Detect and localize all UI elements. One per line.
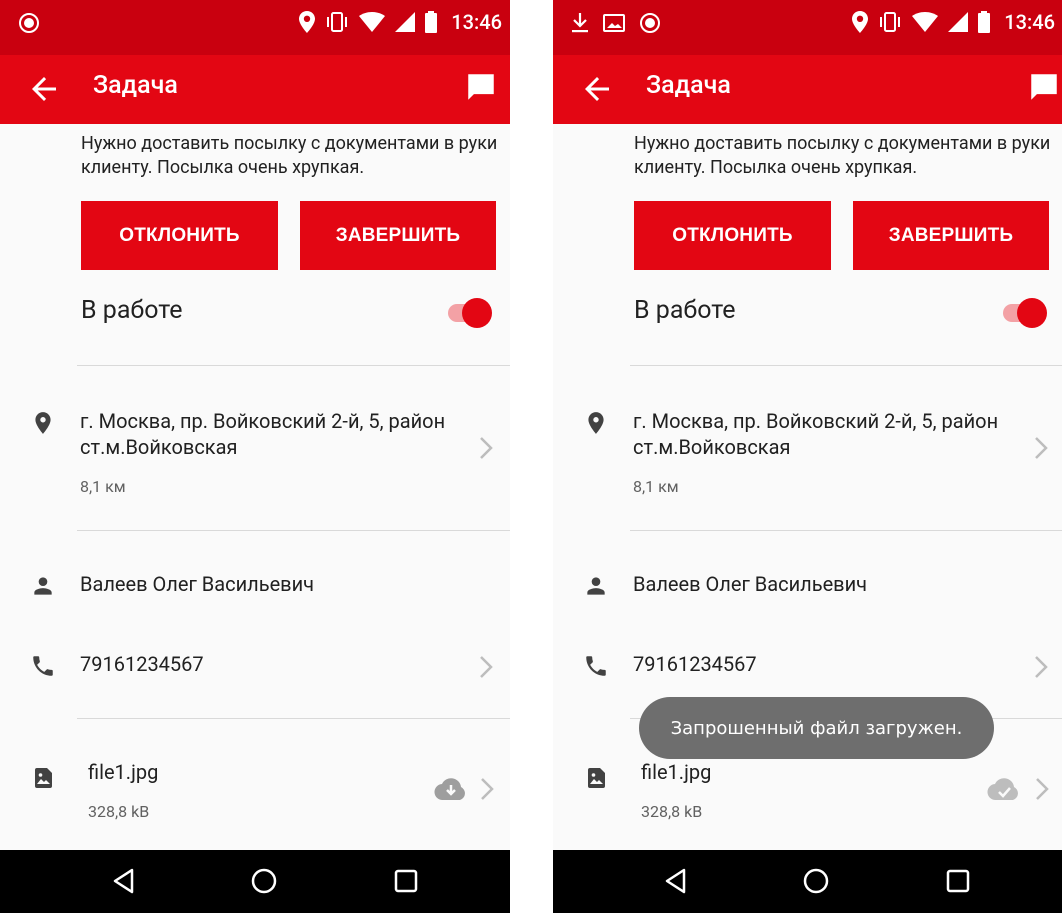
distance-text: 8,1 км: [80, 477, 126, 496]
file-name[interactable]: file1.jpg: [641, 760, 711, 784]
status-label: В работе: [81, 296, 183, 325]
divider: [77, 718, 510, 719]
battery-icon: [425, 11, 438, 33]
battery-icon: [978, 11, 991, 33]
nav-recents-icon[interactable]: [944, 867, 972, 895]
reject-button[interactable]: ОТКЛОНИТЬ: [634, 201, 831, 270]
nav-home-icon[interactable]: [802, 867, 830, 895]
in-work-toggle[interactable]: [448, 296, 494, 330]
signal-icon: [395, 12, 416, 32]
contact-name: Валеев Олег Васильевич: [633, 572, 868, 596]
vibrate-icon: [327, 12, 348, 32]
phone-icon: [33, 656, 53, 676]
distance-text: 8,1 км: [633, 477, 679, 496]
divider: [630, 365, 1062, 366]
phone-icon: [586, 656, 606, 676]
contact-phone[interactable]: 79161234567: [633, 652, 757, 676]
finish-button[interactable]: ЗАВЕРШИТЬ: [853, 201, 1049, 270]
location-pin-icon: [588, 412, 604, 434]
status-bar: 13:46: [0, 0, 510, 55]
chevron-right-icon[interactable]: [479, 655, 493, 679]
nav-back-icon[interactable]: [110, 867, 138, 895]
record-icon: [640, 13, 660, 33]
chat-icon[interactable]: [464, 70, 498, 104]
app-bar: Задача: [0, 55, 510, 124]
status-bar: 13:46: [553, 0, 1062, 55]
cloud-download-icon[interactable]: [434, 777, 468, 801]
person-icon: [587, 577, 605, 595]
person-icon: [34, 577, 52, 595]
chevron-right-icon[interactable]: [1034, 436, 1048, 460]
chat-icon[interactable]: [1027, 70, 1061, 104]
address-text[interactable]: г. Москва, пр. Войковский 2-й, 5, район …: [80, 408, 460, 460]
back-arrow-icon[interactable]: [579, 71, 615, 107]
status-time: 13:46: [1004, 10, 1055, 34]
chevron-right-icon[interactable]: [1035, 777, 1049, 801]
nav-recents-icon[interactable]: [392, 867, 420, 895]
wifi-icon: [912, 12, 939, 32]
screen-before-download: 13:46 Задача Нужно доставить посылку с д…: [0, 0, 510, 913]
signal-icon: [948, 12, 969, 32]
location-icon: [852, 11, 869, 33]
address-text[interactable]: г. Москва, пр. Войковский 2-й, 5, район …: [633, 408, 1013, 460]
task-description: Нужно доставить посылку с документами в …: [81, 133, 498, 178]
screen-after-download: 13:46 Задача Нужно доставить посылку с д…: [553, 0, 1062, 913]
download-icon: [572, 13, 588, 33]
divider: [630, 530, 1062, 531]
image-file-icon: [35, 768, 52, 788]
page-title: Задача: [646, 71, 731, 100]
page-title: Задача: [93, 71, 178, 100]
divider: [77, 530, 510, 531]
system-nav-bar: [553, 850, 1062, 913]
cloud-done-icon[interactable]: [987, 777, 1021, 801]
toggle-thumb: [462, 298, 492, 328]
system-nav-bar: [0, 850, 510, 913]
task-description: Нужно доставить посылку с документами в …: [634, 133, 1051, 178]
status-time: 13:46: [451, 10, 502, 34]
reject-button[interactable]: ОТКЛОНИТЬ: [81, 201, 278, 270]
file-size: 328,8 kB: [641, 802, 703, 821]
nav-home-icon[interactable]: [250, 867, 278, 895]
record-icon: [19, 13, 39, 33]
status-label: В работе: [634, 296, 736, 325]
file-size: 328,8 kB: [88, 802, 150, 821]
toggle-thumb: [1017, 298, 1047, 328]
contact-phone[interactable]: 79161234567: [80, 652, 204, 676]
back-arrow-icon[interactable]: [26, 71, 62, 107]
image-icon: [603, 14, 625, 32]
divider: [77, 365, 510, 366]
chevron-right-icon[interactable]: [1034, 655, 1048, 679]
file-name[interactable]: file1.jpg: [88, 760, 158, 784]
app-bar: Задача: [553, 55, 1062, 124]
chevron-right-icon[interactable]: [479, 436, 493, 460]
location-pin-icon: [35, 412, 51, 434]
location-icon: [299, 11, 316, 33]
vibrate-icon: [880, 12, 901, 32]
nav-back-icon[interactable]: [662, 867, 690, 895]
in-work-toggle[interactable]: [1003, 296, 1049, 330]
contact-name: Валеев Олег Васильевич: [80, 572, 315, 596]
finish-button[interactable]: ЗАВЕРШИТЬ: [300, 201, 496, 270]
wifi-icon: [359, 12, 386, 32]
toast-message: Запрошенный файл загружен.: [639, 697, 994, 759]
image-file-icon: [588, 768, 605, 788]
chevron-right-icon[interactable]: [480, 777, 494, 801]
